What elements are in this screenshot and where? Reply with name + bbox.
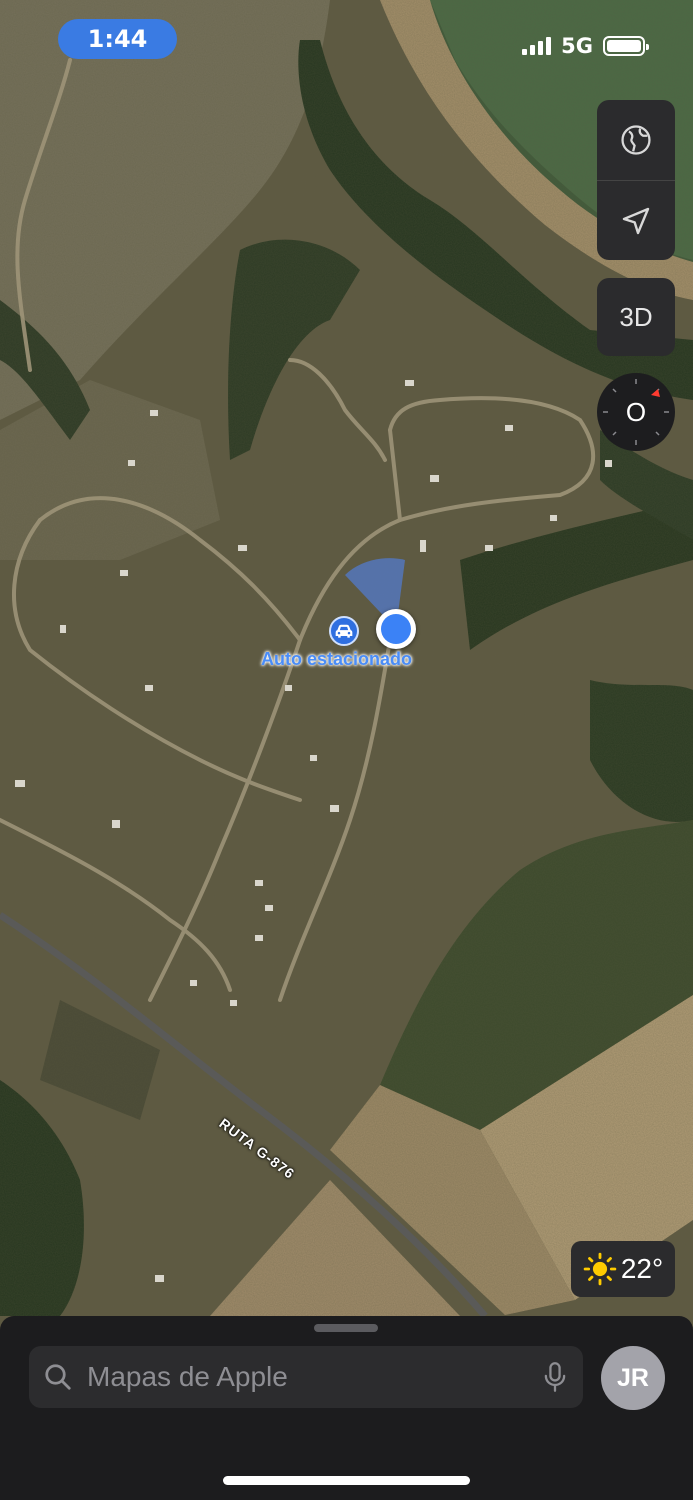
parked-car-label[interactable]: Auto estacionado xyxy=(261,649,412,670)
3d-button-label: 3D xyxy=(619,301,653,332)
user-location-dot[interactable] xyxy=(376,609,416,649)
status-time: 1:44 xyxy=(87,25,148,53)
cellular-signal-icon xyxy=(522,37,552,55)
account-avatar[interactable]: JR xyxy=(601,1346,665,1410)
status-time-pill[interactable]: 1:44 xyxy=(58,19,177,59)
compass[interactable]: O xyxy=(597,373,675,451)
microphone-icon[interactable] xyxy=(541,1361,569,1393)
status-indicators: 5G xyxy=(522,34,649,58)
battery-icon xyxy=(603,36,649,56)
map-controls xyxy=(597,100,675,260)
parked-car-pin[interactable] xyxy=(329,616,359,646)
location-arrow-icon xyxy=(622,207,650,235)
weather-badge[interactable]: 22° xyxy=(571,1241,675,1297)
sheet-grabber[interactable] xyxy=(314,1324,378,1332)
3d-button[interactable]: 3D xyxy=(597,278,675,356)
temperature: 22° xyxy=(620,1253,664,1284)
battery-fill xyxy=(607,40,641,52)
search-icon xyxy=(45,1364,71,1390)
car-icon xyxy=(335,624,353,638)
avatar-initials: JR xyxy=(617,1363,649,1392)
search-bar[interactable] xyxy=(29,1346,583,1408)
network-type: 5G xyxy=(561,34,593,58)
search-input[interactable] xyxy=(85,1360,541,1394)
globe-icon xyxy=(621,125,651,155)
track-location-button[interactable] xyxy=(597,180,675,260)
home-indicator[interactable] xyxy=(223,1476,470,1485)
sun-icon xyxy=(583,1252,617,1286)
bottom-sheet[interactable] xyxy=(0,1316,693,1500)
compass-label: O xyxy=(625,396,647,427)
map-mode-button[interactable] xyxy=(597,100,675,180)
